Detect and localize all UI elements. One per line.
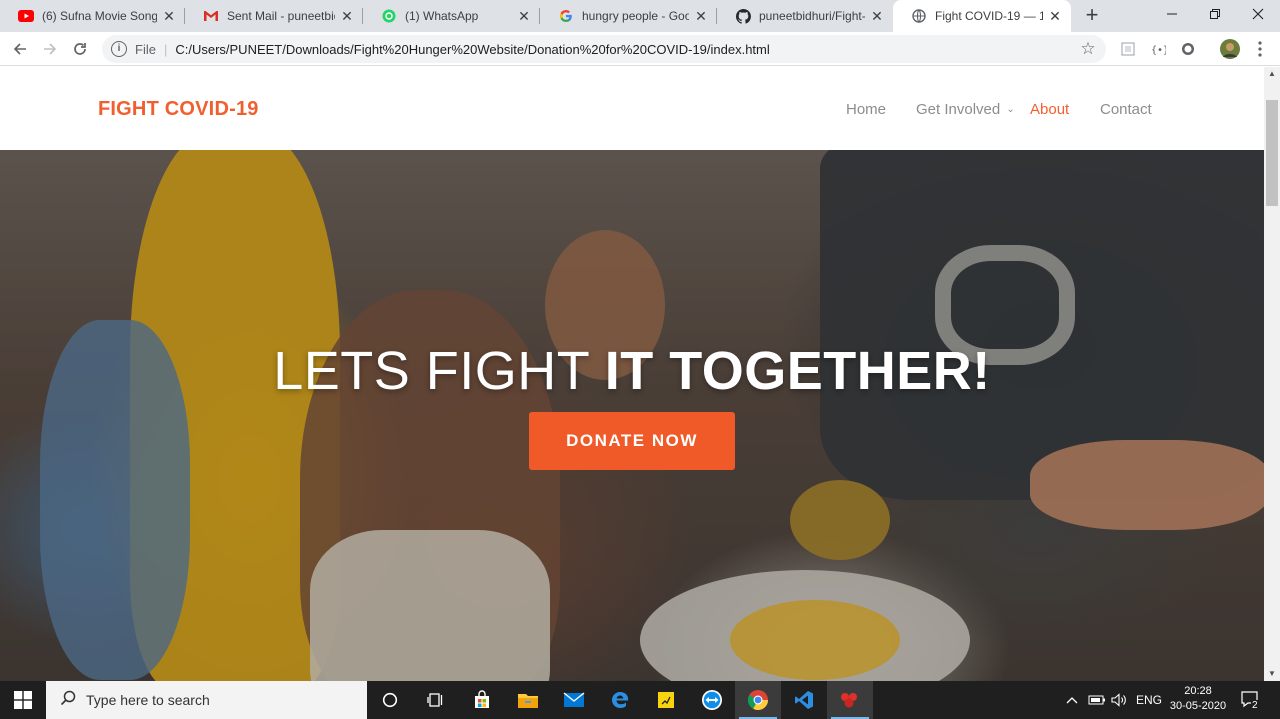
extension-code-icon[interactable]: {•} (1150, 41, 1169, 57)
google-icon (558, 8, 574, 24)
browser-tab[interactable]: puneetbidhuri/Fight-for ✕ (717, 0, 893, 32)
search-icon (60, 690, 76, 711)
web-page: FIGHT COVID-19 Home Get Involved ⌄ About… (0, 67, 1264, 681)
profile-avatar[interactable] (1219, 38, 1241, 60)
reload-button[interactable] (68, 37, 92, 61)
nav-contact[interactable]: Contact (1100, 101, 1152, 118)
new-tab-button[interactable]: + (1080, 4, 1104, 28)
nav-get-involved[interactable]: Get Involved ⌄ (916, 101, 1015, 118)
nav-get-involved-label: Get Involved (916, 101, 1001, 118)
browser-tab[interactable]: hungry people - Google ✕ (540, 0, 717, 32)
nav-home[interactable]: Home (846, 101, 886, 118)
chrome-icon[interactable] (735, 681, 781, 719)
scroll-down-arrow-icon[interactable]: ▼ (1264, 667, 1280, 681)
hero-headline: LETS FIGHT IT TOGETHER! (0, 340, 1264, 402)
gmail-icon (203, 8, 219, 24)
file-explorer-icon[interactable] (505, 681, 551, 719)
vscode-icon[interactable] (781, 681, 827, 719)
volume-icon[interactable] (1111, 681, 1127, 719)
headline-bold: IT TOGETHER! (604, 341, 991, 401)
browser-tab[interactable]: (1) WhatsApp ✕ (363, 0, 540, 32)
show-hidden-icons[interactable] (1066, 681, 1078, 719)
taskbar-search-box[interactable]: Type here to search (46, 681, 367, 719)
cortana-icon[interactable] (367, 681, 413, 719)
windows-taskbar: Type here to search ENG 20:28 30-05-2020… (0, 681, 1280, 719)
forward-button[interactable] (38, 37, 62, 61)
teamviewer-icon[interactable] (689, 681, 735, 719)
close-tab-icon[interactable]: ✕ (693, 8, 709, 24)
svg-text:{•}: {•} (1151, 45, 1166, 56)
tab-title: hungry people - Google (582, 9, 689, 23)
menu-kebab-icon[interactable] (1252, 40, 1268, 58)
task-view-icon[interactable] (413, 681, 459, 719)
sticky-notes-icon[interactable] (643, 681, 689, 719)
page-scrollbar[interactable]: ▲ ▼ (1264, 67, 1280, 681)
info-icon[interactable]: i (111, 41, 127, 57)
browser-tab-active[interactable]: Fight COVID-19 — 100% ✕ (893, 0, 1071, 32)
donate-now-button[interactable]: DONATE NOW (529, 412, 735, 470)
github-icon (735, 8, 751, 24)
close-tab-icon[interactable]: ✕ (161, 8, 177, 24)
battery-icon[interactable] (1088, 681, 1106, 719)
maximize-button[interactable] (1193, 0, 1237, 28)
close-tab-icon[interactable]: ✕ (1047, 8, 1063, 24)
whatsapp-icon (381, 8, 397, 24)
nav-about[interactable]: About (1030, 101, 1069, 118)
site-navbar: FIGHT COVID-19 Home Get Involved ⌄ About… (0, 67, 1264, 150)
taskbar-clock[interactable]: 20:28 30-05-2020 (1162, 684, 1234, 714)
back-button[interactable] (8, 37, 32, 61)
scrollbar-thumb[interactable] (1266, 100, 1278, 206)
tab-title: Sent Mail - puneetbidhu (227, 9, 335, 23)
edge-icon[interactable] (597, 681, 643, 719)
scheme-label: File (135, 41, 156, 57)
browser-tab[interactable]: (6) Sufna Movie Songs ✕ (0, 0, 185, 32)
app-red-icon[interactable] (827, 681, 873, 719)
site-brand[interactable]: FIGHT COVID-19 (98, 98, 259, 121)
close-window-button[interactable] (1236, 0, 1280, 28)
language-indicator[interactable]: ENG (1136, 681, 1162, 719)
browser-toolbar: i File | C:/Users/PUNEET/Downloads/Fight… (0, 32, 1280, 66)
tab-title: Fight COVID-19 — 100% (935, 9, 1043, 23)
notification-count-badge: 2 (1251, 700, 1259, 711)
minimize-button[interactable] (1150, 0, 1194, 28)
close-tab-icon[interactable]: ✕ (339, 8, 355, 24)
extension-page-icon[interactable] (1120, 41, 1136, 57)
microsoft-store-icon[interactable] (459, 681, 505, 719)
windows-logo-icon (14, 691, 32, 709)
clock-time: 20:28 (1184, 685, 1212, 697)
bookmark-star-icon[interactable]: ☆ (1076, 39, 1100, 59)
action-center-icon[interactable]: 2 (1240, 681, 1262, 719)
browser-tab-strip: (6) Sufna Movie Songs ✕ Sent Mail - pune… (0, 0, 1280, 32)
mail-icon[interactable] (551, 681, 597, 719)
clock-date: 30-05-2020 (1169, 700, 1227, 712)
tab-title: puneetbidhuri/Fight-for (759, 9, 865, 23)
chevron-down-icon: ⌄ (1006, 104, 1015, 115)
address-bar[interactable]: i File | C:/Users/PUNEET/Downloads/Fight… (102, 35, 1106, 63)
browser-tab[interactable]: Sent Mail - puneetbidhu ✕ (185, 0, 363, 32)
close-tab-icon[interactable]: ✕ (869, 8, 885, 24)
close-tab-icon[interactable]: ✕ (516, 8, 532, 24)
url-text[interactable]: C:/Users/PUNEET/Downloads/Fight%20Hunger… (175, 42, 1076, 57)
tab-title: (1) WhatsApp (405, 9, 479, 23)
divider: | (163, 41, 168, 57)
tab-title: (6) Sufna Movie Songs (42, 9, 157, 23)
headline-light: LETS FIGHT (273, 341, 605, 401)
globe-icon (911, 8, 927, 24)
scroll-up-arrow-icon[interactable]: ▲ (1264, 67, 1280, 81)
youtube-icon (18, 8, 34, 24)
hero-section: LETS FIGHT IT TOGETHER! DONATE NOW (0, 150, 1264, 681)
start-button[interactable] (0, 681, 46, 719)
search-placeholder: Type here to search (86, 692, 210, 708)
extension-circle-icon[interactable] (1180, 41, 1196, 57)
